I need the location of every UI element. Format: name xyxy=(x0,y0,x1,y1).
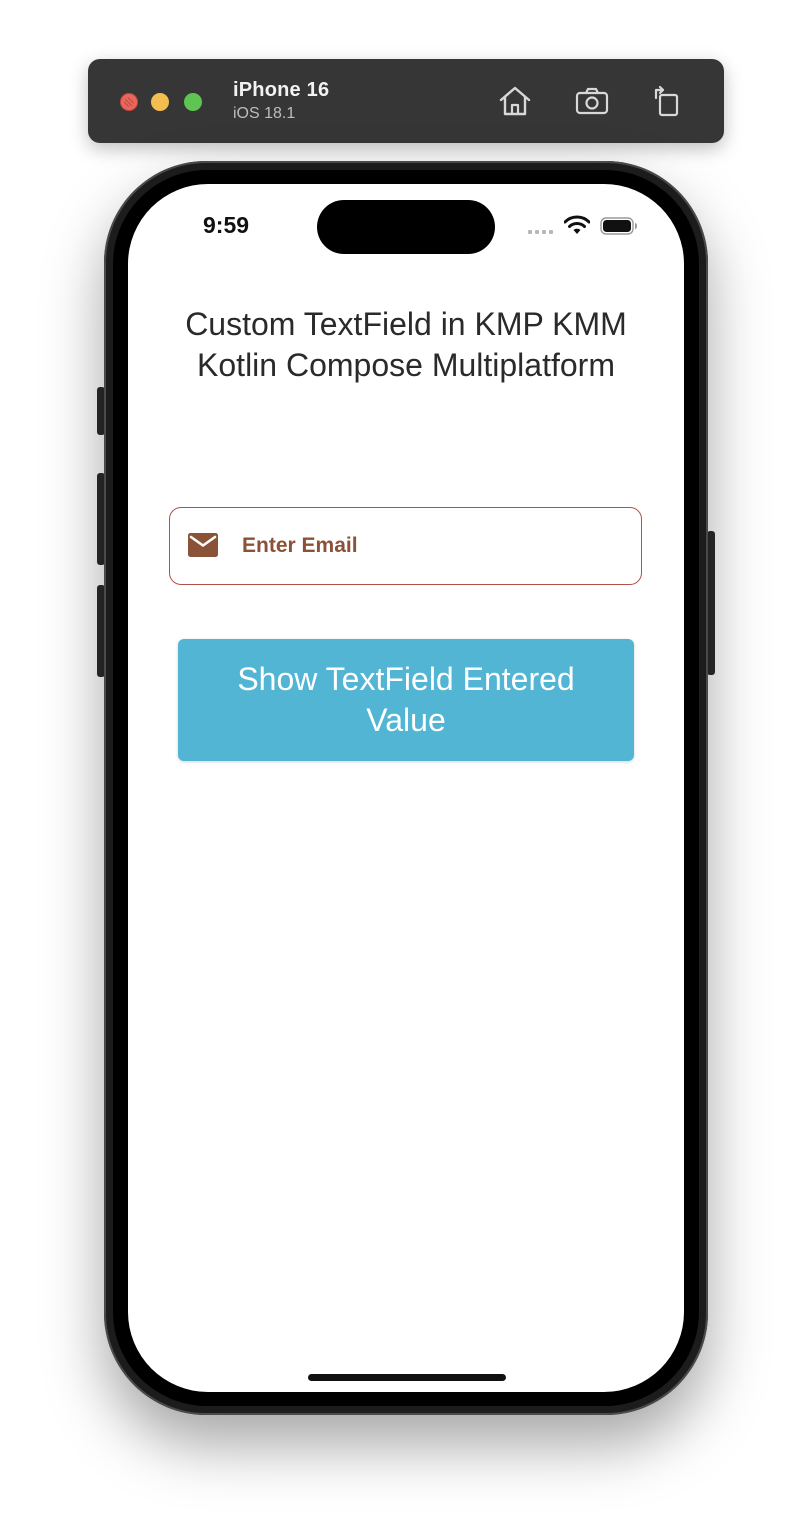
dynamic-island xyxy=(317,200,495,254)
status-time: 9:59 xyxy=(203,212,250,238)
page-title: Custom TextField in KMP KMM Kotlin Compo… xyxy=(185,306,627,383)
battery-icon xyxy=(600,217,637,235)
cellular-signal-icon xyxy=(528,230,553,234)
window-zoom-button[interactable] xyxy=(184,93,202,111)
email-icon xyxy=(188,533,218,557)
power-button xyxy=(707,531,715,675)
home-button[interactable] xyxy=(497,83,533,119)
simulator-canvas: iPhone 16 iOS 18.1 9:59 Custom TextField… xyxy=(0,0,812,1536)
rotate-button[interactable] xyxy=(648,83,684,119)
device-os-version: iOS 18.1 xyxy=(233,105,296,122)
email-input[interactable] xyxy=(242,526,622,566)
device-name: iPhone 16 xyxy=(233,79,330,101)
rotate-icon xyxy=(654,85,679,117)
home-indicator[interactable] xyxy=(308,1374,506,1381)
email-field[interactable] xyxy=(169,507,642,585)
window-minimize-button[interactable] xyxy=(151,93,169,111)
phone-screen: 9:59 Custom TextField in KMP KMM Kotlin … xyxy=(128,184,684,1392)
window-close-button[interactable] xyxy=(120,93,138,111)
screenshot-button[interactable] xyxy=(575,83,611,119)
simulator-toolbar: iPhone 16 iOS 18.1 xyxy=(88,59,724,143)
home-icon xyxy=(499,86,531,116)
screenshot-icon xyxy=(575,87,609,115)
show-value-button[interactable]: Show TextField Entered Value xyxy=(178,639,634,761)
wifi-icon xyxy=(564,215,590,234)
